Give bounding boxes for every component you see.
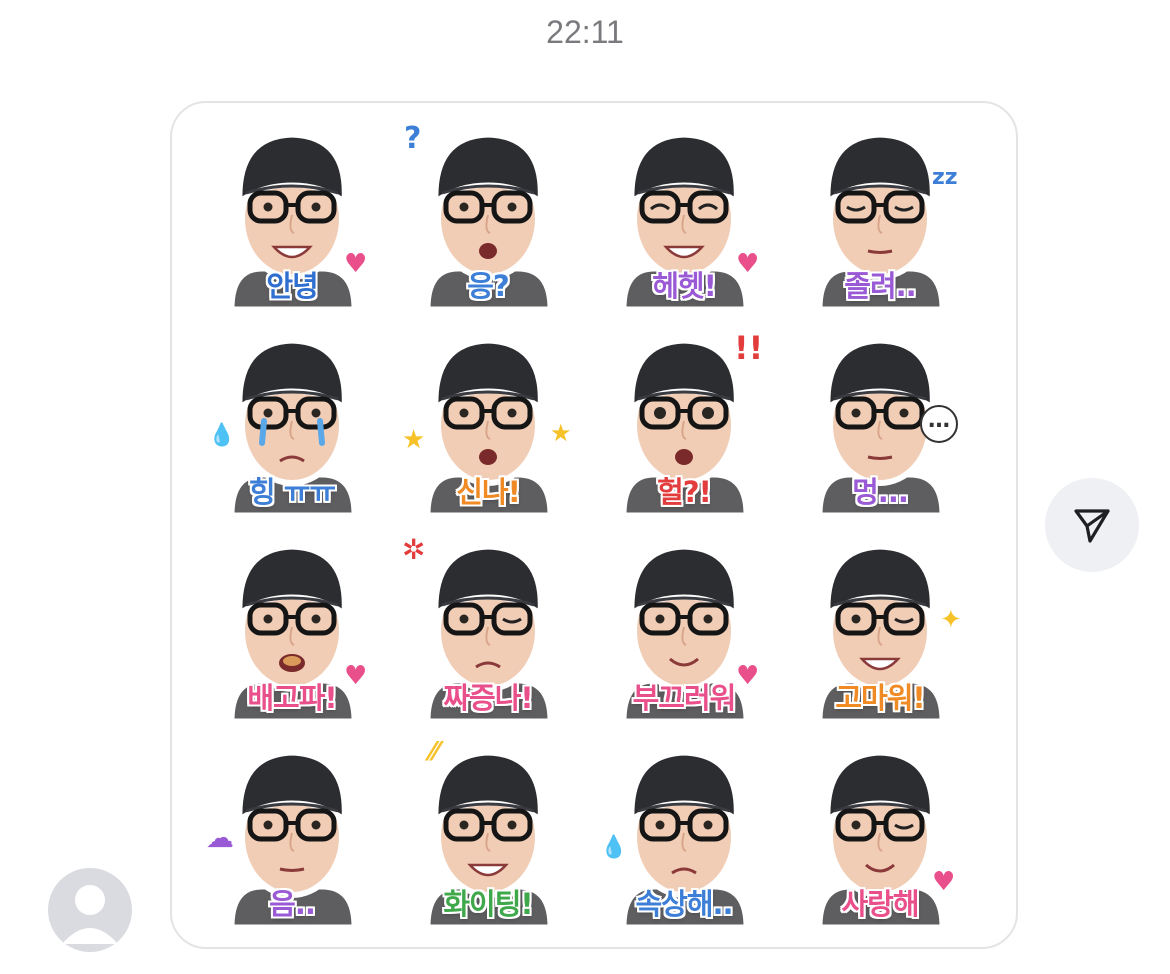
sticker-caption: 힝 ㅠㅠ <box>248 475 336 509</box>
star-icon: ★ <box>550 419 572 447</box>
sticker[interactable]: ☁ 음.. <box>194 731 390 937</box>
sticker-caption: 헐?! <box>657 475 712 509</box>
default-avatar-icon <box>62 885 118 944</box>
sticker[interactable]: ♥ 헤헷! <box>586 113 782 319</box>
sticker[interactable]: ✦ 고마워! <box>782 525 978 731</box>
sticker-caption: 부끄러워 <box>632 681 737 715</box>
sticker[interactable]: 💧 속상해.. <box>586 731 782 937</box>
sticker-caption: 졸려.. <box>844 269 916 303</box>
ellipsis-bubble-icon: … <box>920 405 958 443</box>
sticker-caption: 사랑해 <box>841 887 919 921</box>
sticker-caption: 멍... <box>852 475 909 509</box>
star-icon: ★ <box>402 425 426 455</box>
sparkle-lines-icon: ⁄⁄ <box>430 737 439 767</box>
sticker[interactable]: zz 졸려.. <box>782 113 978 319</box>
message-timestamp: 22:11 <box>546 14 624 50</box>
send-icon <box>1074 509 1110 543</box>
sticker[interactable]: ♥ 부끄러워 <box>586 525 782 731</box>
sticker[interactable]: ✲ 짜증나! <box>390 525 586 731</box>
sticker-caption: 고마워! <box>835 681 925 715</box>
sticker[interactable]: !! 헐?! <box>586 319 782 525</box>
sticker[interactable]: ♥ 사랑해 <box>782 731 978 937</box>
zzz-icon: zz <box>932 165 958 190</box>
exclamation-icon: !! <box>734 329 764 367</box>
avatar[interactable] <box>48 868 132 952</box>
question-icon: ? <box>404 121 422 156</box>
sticker-caption: 안녕 <box>266 269 318 303</box>
sticker[interactable]: ⁄⁄ 화이팅! <box>390 731 586 937</box>
tear-icon: 💧 <box>208 423 236 448</box>
sticker[interactable]: … 멍... <box>782 319 978 525</box>
sticker-caption: 응? <box>467 269 510 303</box>
sticker-grid: ♥ 안녕 ? 응? ♥ 헤헷! zz 졸려.. 💧 힝 ㅠㅠ ★ ★ 신나! !… <box>194 113 978 937</box>
sticker[interactable]: ★ ★ 신나! <box>390 319 586 525</box>
sticker-message-bubble[interactable]: ♥ 안녕 ? 응? ♥ 헤헷! zz 졸려.. 💧 힝 ㅠㅠ ★ ★ 신나! !… <box>170 101 1018 949</box>
anger-icon: ✲ <box>402 533 426 566</box>
share-button[interactable] <box>1045 478 1139 572</box>
sticker[interactable]: ♥ 안녕 <box>194 113 390 319</box>
sticker-caption: 속상해.. <box>635 887 733 921</box>
sparkle-icon: ✦ <box>940 605 962 635</box>
sticker-caption: 헤헷! <box>652 269 717 303</box>
sticker[interactable]: 💧 힝 ㅠㅠ <box>194 319 390 525</box>
sticker-caption: 음.. <box>269 887 316 921</box>
sticker[interactable]: ♥ 배고파! <box>194 525 390 731</box>
sticker-caption: 짜증나! <box>443 681 533 715</box>
sticker-caption: 신나! <box>456 475 521 509</box>
thought-icon: ☁ <box>206 821 234 854</box>
tear-icon: 💧 <box>600 835 628 860</box>
sticker-caption: 화이팅! <box>443 887 533 921</box>
sticker-caption: 배고파! <box>247 681 337 715</box>
sticker[interactable]: ? 응? <box>390 113 586 319</box>
